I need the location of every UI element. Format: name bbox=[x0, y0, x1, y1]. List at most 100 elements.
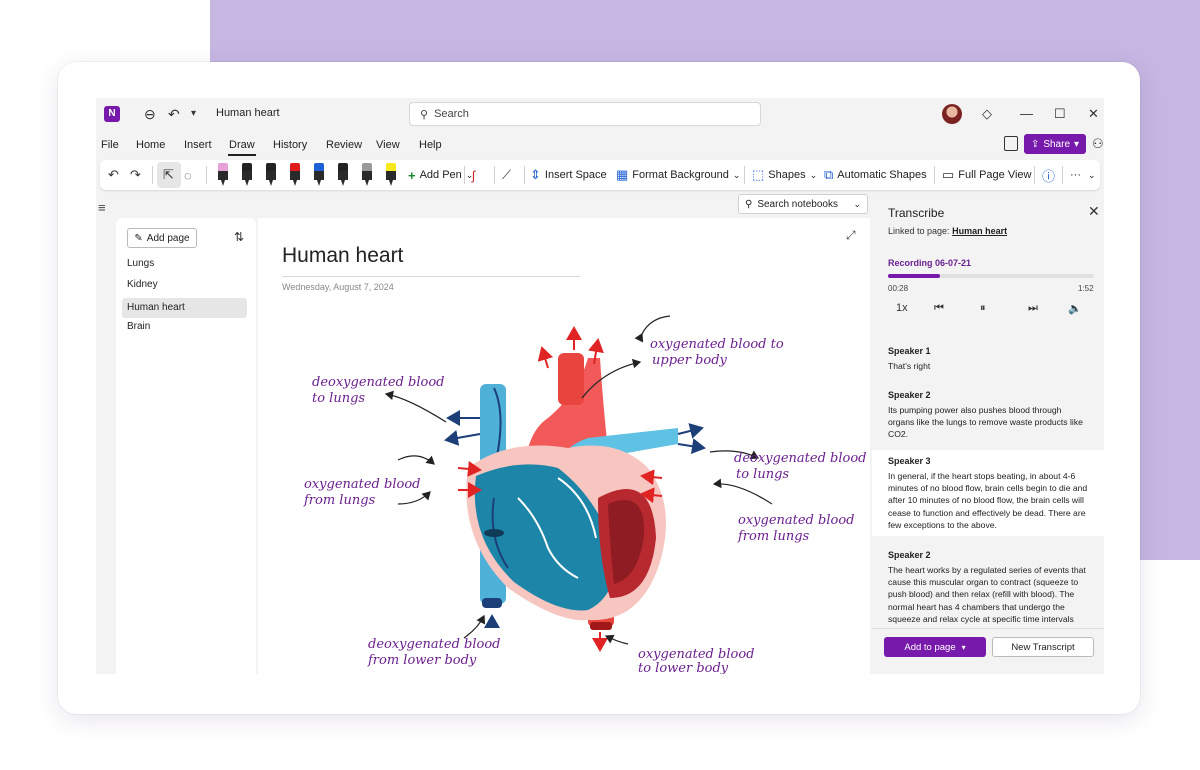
speaker-name: Speaker 2 bbox=[888, 390, 931, 400]
divider bbox=[1034, 166, 1035, 184]
format-background-button[interactable]: ▦ Format Background ⌄ bbox=[616, 166, 740, 184]
format-background-label: Format Background bbox=[632, 169, 729, 181]
close-icon[interactable]: ✕ bbox=[1088, 203, 1100, 220]
lasso-icon[interactable]: ◌ bbox=[184, 166, 192, 184]
skip-forward-icon[interactable]: ⏭ bbox=[1028, 302, 1038, 315]
menu-file[interactable]: File bbox=[101, 139, 119, 151]
onenote-logo: N bbox=[104, 106, 120, 122]
divider bbox=[464, 166, 465, 184]
close-icon[interactable]: ✕ bbox=[1088, 106, 1099, 122]
pen-tool-black[interactable] bbox=[242, 163, 252, 187]
new-transcript-button[interactable]: New Transcript bbox=[992, 637, 1094, 657]
chevron-down-icon: ⌄ bbox=[853, 198, 861, 209]
pencil-tool-gray[interactable] bbox=[362, 163, 372, 187]
transcribe-pane: Transcribe ✕ Linked to page: Human heart… bbox=[872, 194, 1104, 674]
share-button[interactable]: ⇪ Share ▾ bbox=[1024, 134, 1086, 154]
menu-history[interactable]: History bbox=[273, 139, 307, 151]
page-title[interactable]: Human heart bbox=[282, 244, 403, 268]
document-title: Human heart bbox=[216, 107, 280, 119]
chevron-down-icon[interactable]: ⌄ bbox=[1088, 166, 1096, 184]
menu-view[interactable]: View bbox=[376, 139, 400, 151]
undo-icon[interactable]: ↶ bbox=[168, 106, 180, 122]
skip-back-icon[interactable]: ⏮ bbox=[934, 302, 944, 315]
page-item-kidney[interactable]: Kidney bbox=[122, 275, 247, 295]
divider bbox=[494, 166, 495, 184]
automatic-shapes-label: Automatic Shapes bbox=[837, 169, 927, 181]
label-deoxy-lungs-left-1: deoxygenated blood bbox=[312, 375, 444, 390]
search-notebooks-label: Search notebooks bbox=[757, 198, 838, 210]
menu-home[interactable]: Home bbox=[136, 139, 165, 151]
help-icon[interactable]: ⓘ bbox=[1042, 166, 1055, 184]
volume-icon[interactable]: 🔈 bbox=[1068, 302, 1082, 315]
pause-icon[interactable]: ⏸ bbox=[980, 302, 986, 315]
divider bbox=[206, 166, 207, 184]
menu-insert[interactable]: Insert bbox=[184, 139, 212, 151]
full-page-view-label: Full Page View bbox=[958, 169, 1032, 181]
label-oxy-lower-1: oxygenated blood bbox=[638, 647, 754, 662]
back-icon[interactable]: ⊖ bbox=[144, 106, 156, 122]
chevron-down-icon: ⌄ bbox=[732, 169, 741, 180]
transcript-text: Its pumping power also pushes blood thro… bbox=[888, 405, 1083, 440]
search-box[interactable]: ⚲ Search bbox=[409, 102, 761, 126]
page-list-pane: ✎ Add page ⇅ Lungs Kidney Human heart Br… bbox=[116, 218, 256, 674]
note-canvas[interactable]: ⤢ Human heart Wednesday, August 7, 2024 bbox=[258, 218, 870, 674]
expand-icon[interactable]: ⤢ bbox=[846, 228, 856, 243]
select-cursor-icon[interactable]: ⇱ bbox=[163, 166, 174, 184]
playback-speed-button[interactable]: 1x bbox=[896, 302, 908, 314]
background-grid-icon: ▦ bbox=[616, 167, 629, 182]
label-oxy-lungs-right-2: from lungs bbox=[737, 529, 810, 544]
search-icon: ⚲ bbox=[420, 108, 429, 121]
transcript-segment[interactable]: Speaker 1 That's right bbox=[872, 340, 1104, 378]
diamond-icon[interactable]: ◇ bbox=[982, 106, 992, 122]
pen-tool-black-2[interactable] bbox=[266, 163, 276, 187]
divider bbox=[152, 166, 153, 184]
full-page-view-button[interactable]: ▭ Full Page View bbox=[942, 166, 1031, 184]
page-item-brain[interactable]: Brain bbox=[122, 317, 247, 337]
undo-icon[interactable]: ↶ bbox=[108, 166, 119, 184]
sort-icon[interactable]: ⇅ bbox=[234, 230, 244, 244]
maximize-icon[interactable]: ☐ bbox=[1054, 106, 1066, 122]
redo-icon[interactable]: ↷ bbox=[130, 166, 141, 184]
pen-tool-black-3[interactable] bbox=[338, 163, 348, 187]
insert-space-button[interactable]: ⇕ Insert Space bbox=[530, 166, 607, 184]
notebook-icon[interactable] bbox=[1004, 136, 1018, 151]
search-notebooks-dropdown[interactable]: ⚲ Search notebooks ⌄ bbox=[738, 194, 868, 214]
pen-tool-blue[interactable] bbox=[314, 163, 324, 187]
avatar[interactable] bbox=[942, 104, 962, 124]
chevron-down-icon[interactable]: ▾ bbox=[191, 106, 196, 122]
pen-tool-red[interactable] bbox=[290, 163, 300, 187]
playback-progress[interactable] bbox=[888, 274, 1094, 278]
label-deoxy-lungs-left-2: to lungs bbox=[312, 391, 365, 406]
transcribe-title: Transcribe bbox=[888, 206, 945, 220]
page-item-lungs[interactable]: Lungs bbox=[122, 254, 247, 274]
chevron-down-icon: ▾ bbox=[961, 642, 966, 652]
menu-draw[interactable]: Draw bbox=[229, 139, 255, 151]
pen-tool-pink[interactable] bbox=[218, 163, 228, 187]
shapes-button[interactable]: ⬚ Shapes ⌄ bbox=[752, 166, 817, 184]
minimize-icon[interactable]: — bbox=[1020, 106, 1033, 122]
linked-page-link[interactable]: Human heart bbox=[952, 226, 1007, 236]
divider bbox=[744, 166, 745, 184]
transcript-segment[interactable]: Speaker 2 Its pumping power also pushes … bbox=[872, 384, 1104, 447]
menu-review[interactable]: Review bbox=[326, 139, 362, 151]
add-page-button[interactable]: ✎ Add page bbox=[127, 228, 197, 248]
highlighter-tool-yellow[interactable] bbox=[386, 163, 396, 187]
transcript-segment[interactable]: Speaker 2 The heart works by a regulated… bbox=[872, 544, 1104, 631]
chevron-down-icon: ⌄ bbox=[809, 169, 818, 180]
menu-help[interactable]: Help bbox=[419, 139, 442, 151]
share-label: Share bbox=[1043, 138, 1071, 150]
add-to-page-label: Add to page bbox=[904, 641, 956, 653]
onenote-window: N ⊖ ↶ ▾ Human heart ⚲ Search ◇ — ☐ ✕ Fil… bbox=[96, 98, 1104, 674]
chevron-down-icon: ▾ bbox=[1074, 138, 1080, 150]
transcript-segment-active[interactable]: Speaker 3 In general, if the heart stops… bbox=[872, 450, 1104, 536]
ink-to-shape-icon[interactable]: ʃ bbox=[472, 166, 475, 184]
ruler-icon[interactable]: ⟋ bbox=[502, 166, 511, 184]
page-date: Wednesday, August 7, 2024 bbox=[282, 282, 394, 292]
add-to-page-button[interactable]: Add to page ▾ bbox=[884, 637, 986, 657]
more-options-icon[interactable]: ··· bbox=[1070, 166, 1081, 184]
label-oxy-upper-2: upper body bbox=[652, 353, 728, 368]
hamburger-menu-icon[interactable]: ≡ bbox=[98, 200, 106, 215]
page-item-human-heart[interactable]: Human heart bbox=[122, 298, 247, 318]
person-icon[interactable]: ⚇ bbox=[1092, 136, 1104, 152]
automatic-shapes-button[interactable]: ⧉ Automatic Shapes bbox=[824, 166, 927, 184]
